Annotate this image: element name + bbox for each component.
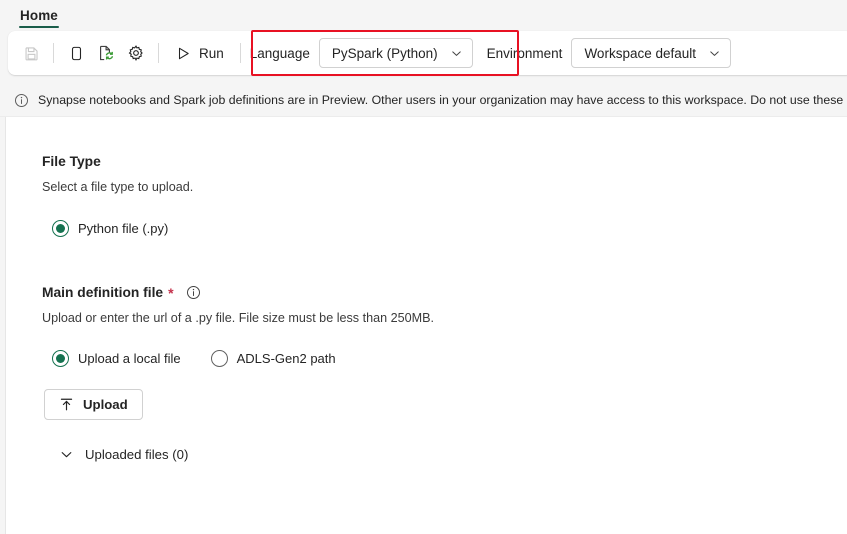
environment-dropdown[interactable]: Workspace default bbox=[571, 38, 731, 68]
content-panel: File Type Select a file type to upload. … bbox=[5, 117, 847, 534]
info-circle-icon bbox=[14, 93, 29, 108]
uploaded-files-toggle[interactable]: Uploaded files (0) bbox=[57, 444, 190, 465]
settings-button[interactable] bbox=[121, 38, 151, 68]
upload-button-row: Upload bbox=[42, 389, 847, 420]
required-asterisk: * bbox=[168, 284, 174, 301]
main-definition-radio-group: Upload a local file ADLS-Gen2 path bbox=[42, 350, 847, 367]
radio-python-file[interactable]: Python file (.py) bbox=[52, 220, 168, 237]
language-dropdown-value: PySpark (Python) bbox=[331, 45, 438, 61]
upload-arrow-icon bbox=[59, 397, 74, 412]
main-definition-file-title: Main definition file * bbox=[42, 285, 847, 300]
run-play-icon bbox=[175, 45, 192, 62]
run-button-label: Run bbox=[199, 45, 224, 61]
language-field: Language PySpark (Python) bbox=[250, 38, 473, 68]
file-type-title: File Type bbox=[42, 154, 847, 169]
chevron-down-icon bbox=[708, 47, 721, 60]
environment-label: Environment bbox=[486, 45, 563, 61]
copy-icon bbox=[68, 45, 85, 62]
tab-home-active-indicator bbox=[19, 25, 59, 28]
publish-refresh-button[interactable] bbox=[91, 38, 121, 68]
save-icon bbox=[23, 45, 40, 62]
chevron-down-icon bbox=[59, 447, 74, 462]
toolbar-separator-3 bbox=[239, 43, 241, 63]
file-type-title-text: File Type bbox=[42, 154, 101, 169]
main-definition-file-section: Main definition file * Upload or enter t… bbox=[6, 237, 847, 467]
environment-field: Environment Workspace default bbox=[487, 38, 731, 68]
radio-python-file-label: Python file (.py) bbox=[78, 221, 169, 236]
publish-refresh-icon bbox=[97, 44, 115, 62]
radio-adls-gen2-path[interactable]: ADLS-Gen2 path bbox=[210, 350, 336, 367]
upload-button-label: Upload bbox=[83, 397, 128, 412]
radio-indicator bbox=[52, 350, 69, 367]
run-button[interactable]: Run bbox=[166, 38, 233, 68]
uploaded-files-row: Uploaded files (0) bbox=[42, 444, 847, 467]
radio-upload-local-file-label: Upload a local file bbox=[78, 351, 181, 366]
uploaded-files-label: Uploaded files (0) bbox=[85, 447, 189, 462]
copy-button[interactable] bbox=[61, 38, 91, 68]
main-definition-file-description: Upload or enter the url of a .py file. F… bbox=[42, 311, 434, 325]
ribbon-tabstrip: Home bbox=[0, 0, 847, 30]
preview-banner-text: Synapse notebooks and Spark job definiti… bbox=[38, 93, 847, 107]
preview-banner: Synapse notebooks and Spark job definiti… bbox=[0, 84, 847, 117]
app-root: Home Run Language PySpark (Python) Envir… bbox=[0, 0, 847, 534]
file-type-radio-group: Python file (.py) bbox=[42, 220, 847, 237]
gear-icon bbox=[127, 44, 145, 62]
save-button[interactable] bbox=[16, 38, 46, 68]
environment-dropdown-value: Workspace default bbox=[584, 45, 696, 61]
main-definition-file-title-text: Main definition file bbox=[42, 285, 164, 300]
language-label: Language bbox=[249, 45, 310, 61]
radio-upload-local-file[interactable]: Upload a local file bbox=[52, 350, 181, 367]
chevron-down-icon bbox=[450, 47, 463, 60]
tab-home[interactable]: Home bbox=[14, 0, 64, 30]
file-type-section: File Type Select a file type to upload. … bbox=[6, 117, 847, 237]
radio-indicator bbox=[210, 350, 228, 367]
upload-button[interactable]: Upload bbox=[44, 389, 143, 420]
info-circle-icon[interactable] bbox=[186, 285, 201, 300]
toolbar: Run Language PySpark (Python) Environmen… bbox=[8, 31, 847, 75]
toolbar-separator-2 bbox=[158, 43, 159, 63]
toolbar-separator-1 bbox=[53, 43, 54, 63]
tab-home-label: Home bbox=[20, 7, 58, 23]
radio-indicator bbox=[52, 220, 69, 237]
language-dropdown[interactable]: PySpark (Python) bbox=[318, 38, 473, 68]
radio-adls-gen2-path-label: ADLS-Gen2 path bbox=[236, 351, 336, 366]
file-type-description: Select a file type to upload. bbox=[42, 180, 194, 194]
